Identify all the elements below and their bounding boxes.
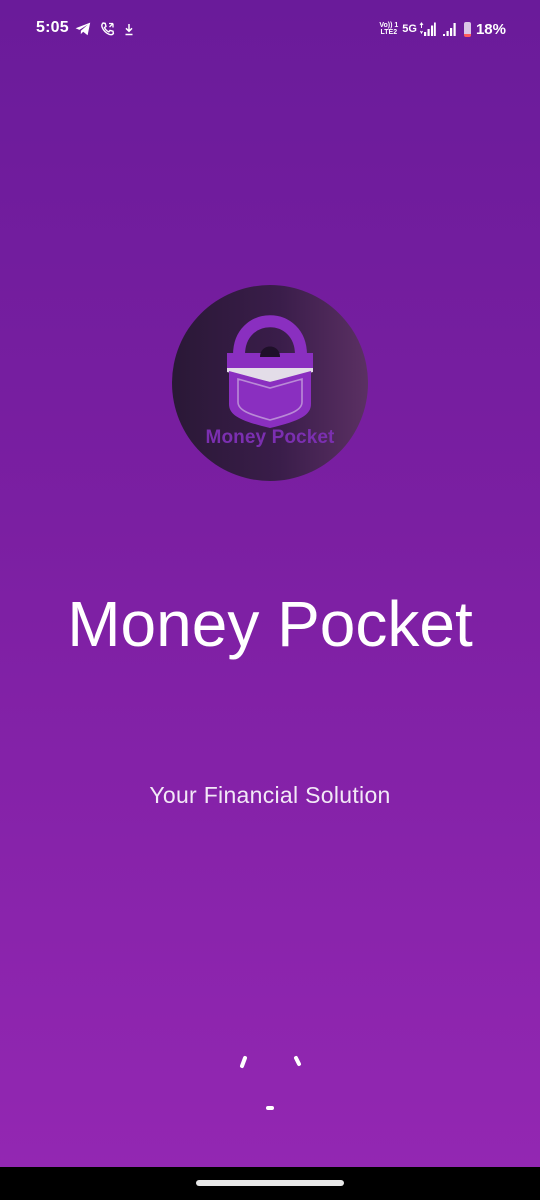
volte-indicator: Vo)) 1 LTE2 [379,22,398,36]
status-notification-icons [75,19,143,39]
network-type: 5G [402,23,417,35]
app-title: Money Pocket [67,588,473,660]
download-icon [124,23,134,36]
signal-sim1-icon [419,21,436,37]
padlock-pocket-icon [227,315,313,428]
status-bar: 5:05 Vo)) 1 LTE2 5G 18% [0,0,540,58]
signal-sim2-icon [442,22,458,37]
logo-text: Money Pocket [205,427,335,448]
loading-spinner-icon [230,1050,310,1120]
app-tagline: Your Financial Solution [149,782,391,808]
splash-screen: 5:05 Vo)) 1 LTE2 5G 18% Money Pocket Mon… [0,0,540,1167]
battery-percent: 18% [475,20,506,38]
home-gesture-handle[interactable] [196,1180,344,1186]
phone-call-icon [100,22,115,36]
status-system-icons: Vo)) 1 LTE2 5G 18% [379,17,506,41]
battery-icon [463,21,471,37]
volte-line2: LTE2 [380,29,398,36]
telegram-icon [75,22,91,36]
app-logo: Money Pocket [172,285,368,481]
status-time: 5:05 [36,19,69,36]
navigation-bar [0,1167,540,1200]
volte-line1: Vo)) 1 [379,22,399,29]
